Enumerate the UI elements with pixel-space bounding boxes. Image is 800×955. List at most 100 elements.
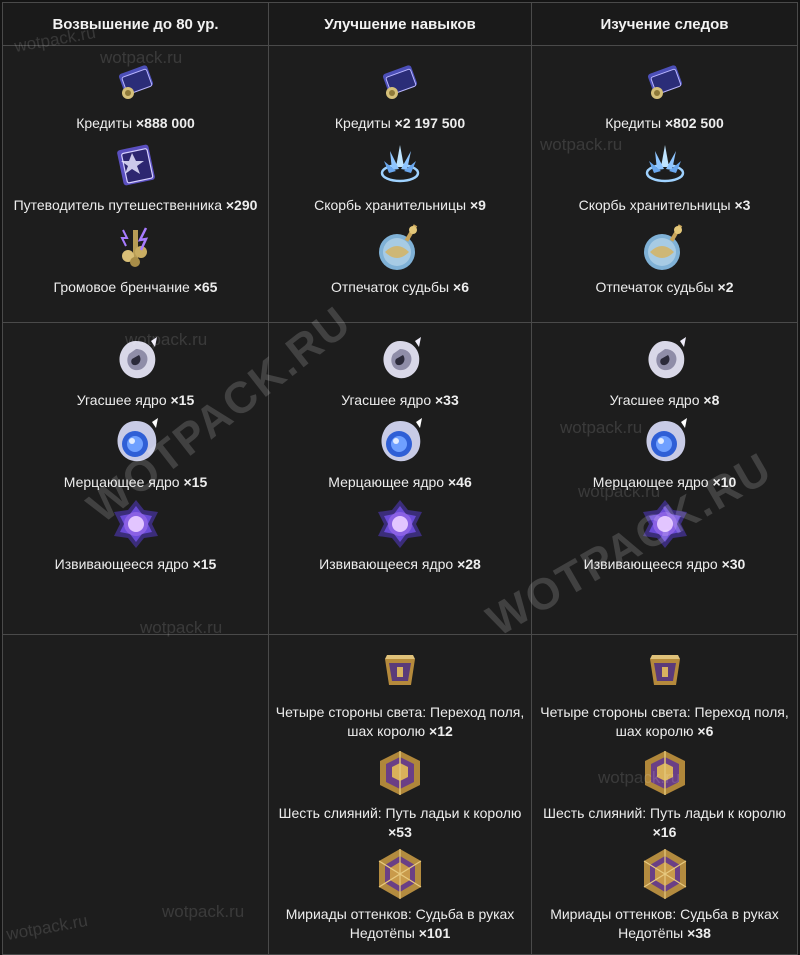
material-quantity: ×38 xyxy=(687,925,711,941)
material-quantity: ×15 xyxy=(192,556,217,572)
material-name: Мерцающее ядро xyxy=(592,474,709,490)
material-label: Четыре стороны света: Переход поля, шах … xyxy=(275,703,525,741)
material-label: Скорбь хранительницы ×9 xyxy=(314,196,486,215)
material-label: Угасшее ядро ×15 xyxy=(77,391,195,410)
material-quantity: ×15 xyxy=(170,392,195,408)
material-name: Извивающееся ядро xyxy=(319,556,454,572)
material-name: Угасшее ядро xyxy=(341,392,432,408)
material-name: Громовое бренчание xyxy=(53,279,190,295)
section-cell: Кредиты ×2 197 500 Скорбь хранительницы ×… xyxy=(268,45,532,323)
squirming-core-icon xyxy=(636,495,694,553)
material-name: Мириады оттенков: Судьба в руках Недотёп… xyxy=(285,906,515,941)
material-name: Кредиты xyxy=(334,115,391,131)
material-item: Мерцающее ядро ×15 xyxy=(9,413,262,492)
extinguished-core-icon xyxy=(107,331,165,389)
material-item: Скорбь хранительницы ×3 xyxy=(538,136,791,215)
materials-body: Кредиты ×888 000 Путеводитель путешествен… xyxy=(2,45,798,955)
material-quantity: ×53 xyxy=(388,824,412,840)
material-name: Мерцающее ядро xyxy=(63,474,180,490)
material-quantity: ×12 xyxy=(429,723,453,739)
material-item: Четыре стороны света: Переход поля, шах … xyxy=(538,643,791,741)
myriad-hues-dice-icon xyxy=(636,845,694,903)
material-name: Четыре стороны света: Переход поля, шах … xyxy=(540,704,789,739)
credits-icon xyxy=(636,54,694,112)
material-quantity: ×9 xyxy=(469,197,486,213)
material-quantity: ×101 xyxy=(418,925,451,941)
glimmering-core-icon xyxy=(636,413,694,471)
material-name: Извивающееся ядро xyxy=(54,556,189,572)
material-label: Кредиты ×2 197 500 xyxy=(335,114,465,133)
material-label: Извивающееся ядро ×30 xyxy=(584,555,746,574)
material-item: Мерцающее ядро ×10 xyxy=(538,413,791,492)
material-label: Шесть слияний: Путь ладьи к королю ×16 xyxy=(538,804,791,842)
section-row: Угасшее ядро ×15 Мерцающее ядро ×15 Извива… xyxy=(2,322,798,635)
material-item: Угасшее ядро ×33 xyxy=(275,331,525,410)
material-item: Мерцающее ядро ×46 xyxy=(275,413,525,492)
credits-icon xyxy=(371,54,429,112)
material-name: Скорбь хранительницы xyxy=(314,197,467,213)
material-item: Извивающееся ядро ×15 xyxy=(9,495,262,574)
materials-table: Возвышение до 80 ур. Улучшение навыков И… xyxy=(2,2,798,955)
material-label: Отпечаток судьбы ×2 xyxy=(596,278,734,297)
material-label: Кредиты ×802 500 xyxy=(605,114,724,133)
material-quantity: ×6 xyxy=(697,723,714,739)
material-item: Громовое бренчание ×65 xyxy=(9,218,262,297)
squirming-core-icon xyxy=(371,495,429,553)
material-label: Четыре стороны света: Переход поля, шах … xyxy=(538,703,791,741)
header-skills: Улучшение навыков xyxy=(268,2,532,46)
material-quantity: ×6 xyxy=(453,279,469,295)
crystal-sorrow-icon xyxy=(636,136,694,194)
material-label: Шесть слияний: Путь ладьи к королю ×53 xyxy=(275,804,525,842)
material-name: Путеводитель путешественника xyxy=(13,197,222,213)
material-item: Извивающееся ядро ×28 xyxy=(275,495,525,574)
material-quantity: ×46 xyxy=(447,474,472,490)
material-item: Путеводитель путешественника ×290 xyxy=(9,136,262,215)
material-label: Извивающееся ядро ×15 xyxy=(55,555,217,574)
travel-guide-icon xyxy=(107,136,165,194)
material-quantity: ×290 xyxy=(225,197,258,213)
six-fusions-cube-icon xyxy=(371,744,429,802)
material-quantity: ×16 xyxy=(652,824,677,840)
section-cell: Четыре стороны света: Переход поля, шах … xyxy=(268,634,532,955)
section-cell: Угасшее ядро ×8 Мерцающее ядро ×10 Извиваю… xyxy=(531,322,798,635)
material-item: Извивающееся ядро ×30 xyxy=(538,495,791,574)
six-fusions-cube-icon xyxy=(636,744,694,802)
section-cell xyxy=(2,634,269,955)
material-item: Кредиты ×2 197 500 xyxy=(275,54,525,133)
material-name: Мириады оттенков: Судьба в руках Недотёп… xyxy=(550,906,779,941)
section-cell: Кредиты ×888 000 Путеводитель путешествен… xyxy=(2,45,269,323)
material-item: Скорбь хранительницы ×9 xyxy=(275,136,525,215)
material-label: Извивающееся ядро ×28 xyxy=(319,555,481,574)
extinguished-core-icon xyxy=(636,331,694,389)
material-label: Угасшее ядро ×33 xyxy=(341,391,459,410)
material-item: Угасшее ядро ×8 xyxy=(538,331,791,410)
material-label: Мерцающее ядро ×46 xyxy=(328,473,471,492)
material-item: Угасшее ядро ×15 xyxy=(9,331,262,410)
fate-orb-icon xyxy=(636,218,694,276)
crystal-sorrow-icon xyxy=(371,136,429,194)
material-label: Мириады оттенков: Судьба в руках Недотёп… xyxy=(275,905,525,943)
material-name: Отпечаток судьбы xyxy=(331,279,450,295)
section-row: Кредиты ×888 000 Путеводитель путешествен… xyxy=(2,45,798,323)
section-cell: Угасшее ядро ×33 Мерцающее ядро ×46 Извива… xyxy=(268,322,532,635)
material-label: Мерцающее ядро ×15 xyxy=(64,473,207,492)
material-item: Шесть слияний: Путь ладьи к королю ×53 xyxy=(275,744,525,842)
four-sides-prism-icon xyxy=(371,643,429,701)
material-name: Мерцающее ядро xyxy=(328,474,445,490)
material-name: Кредиты xyxy=(605,115,662,131)
material-name: Шесть слияний: Путь ладьи к королю xyxy=(543,805,786,821)
material-label: Громовое бренчание ×65 xyxy=(54,278,218,297)
material-quantity: ×802 500 xyxy=(664,115,724,131)
section-row: Четыре стороны света: Переход поля, шах … xyxy=(2,634,798,955)
material-item: Отпечаток судьбы ×6 xyxy=(275,218,525,297)
material-quantity: ×2 xyxy=(717,279,734,295)
fate-orb-icon xyxy=(371,218,429,276)
material-label: Скорбь хранительницы ×3 xyxy=(579,196,751,215)
glimmering-core-icon xyxy=(107,413,165,471)
header-row: Возвышение до 80 ур. Улучшение навыков И… xyxy=(2,2,798,46)
material-quantity: ×8 xyxy=(703,392,720,408)
material-item: Отпечаток судьбы ×2 xyxy=(538,218,791,297)
material-quantity: ×2 197 500 xyxy=(394,115,466,131)
material-label: Отпечаток судьбы ×6 xyxy=(331,278,469,297)
material-item: Шесть слияний: Путь ладьи к королю ×16 xyxy=(538,744,791,842)
